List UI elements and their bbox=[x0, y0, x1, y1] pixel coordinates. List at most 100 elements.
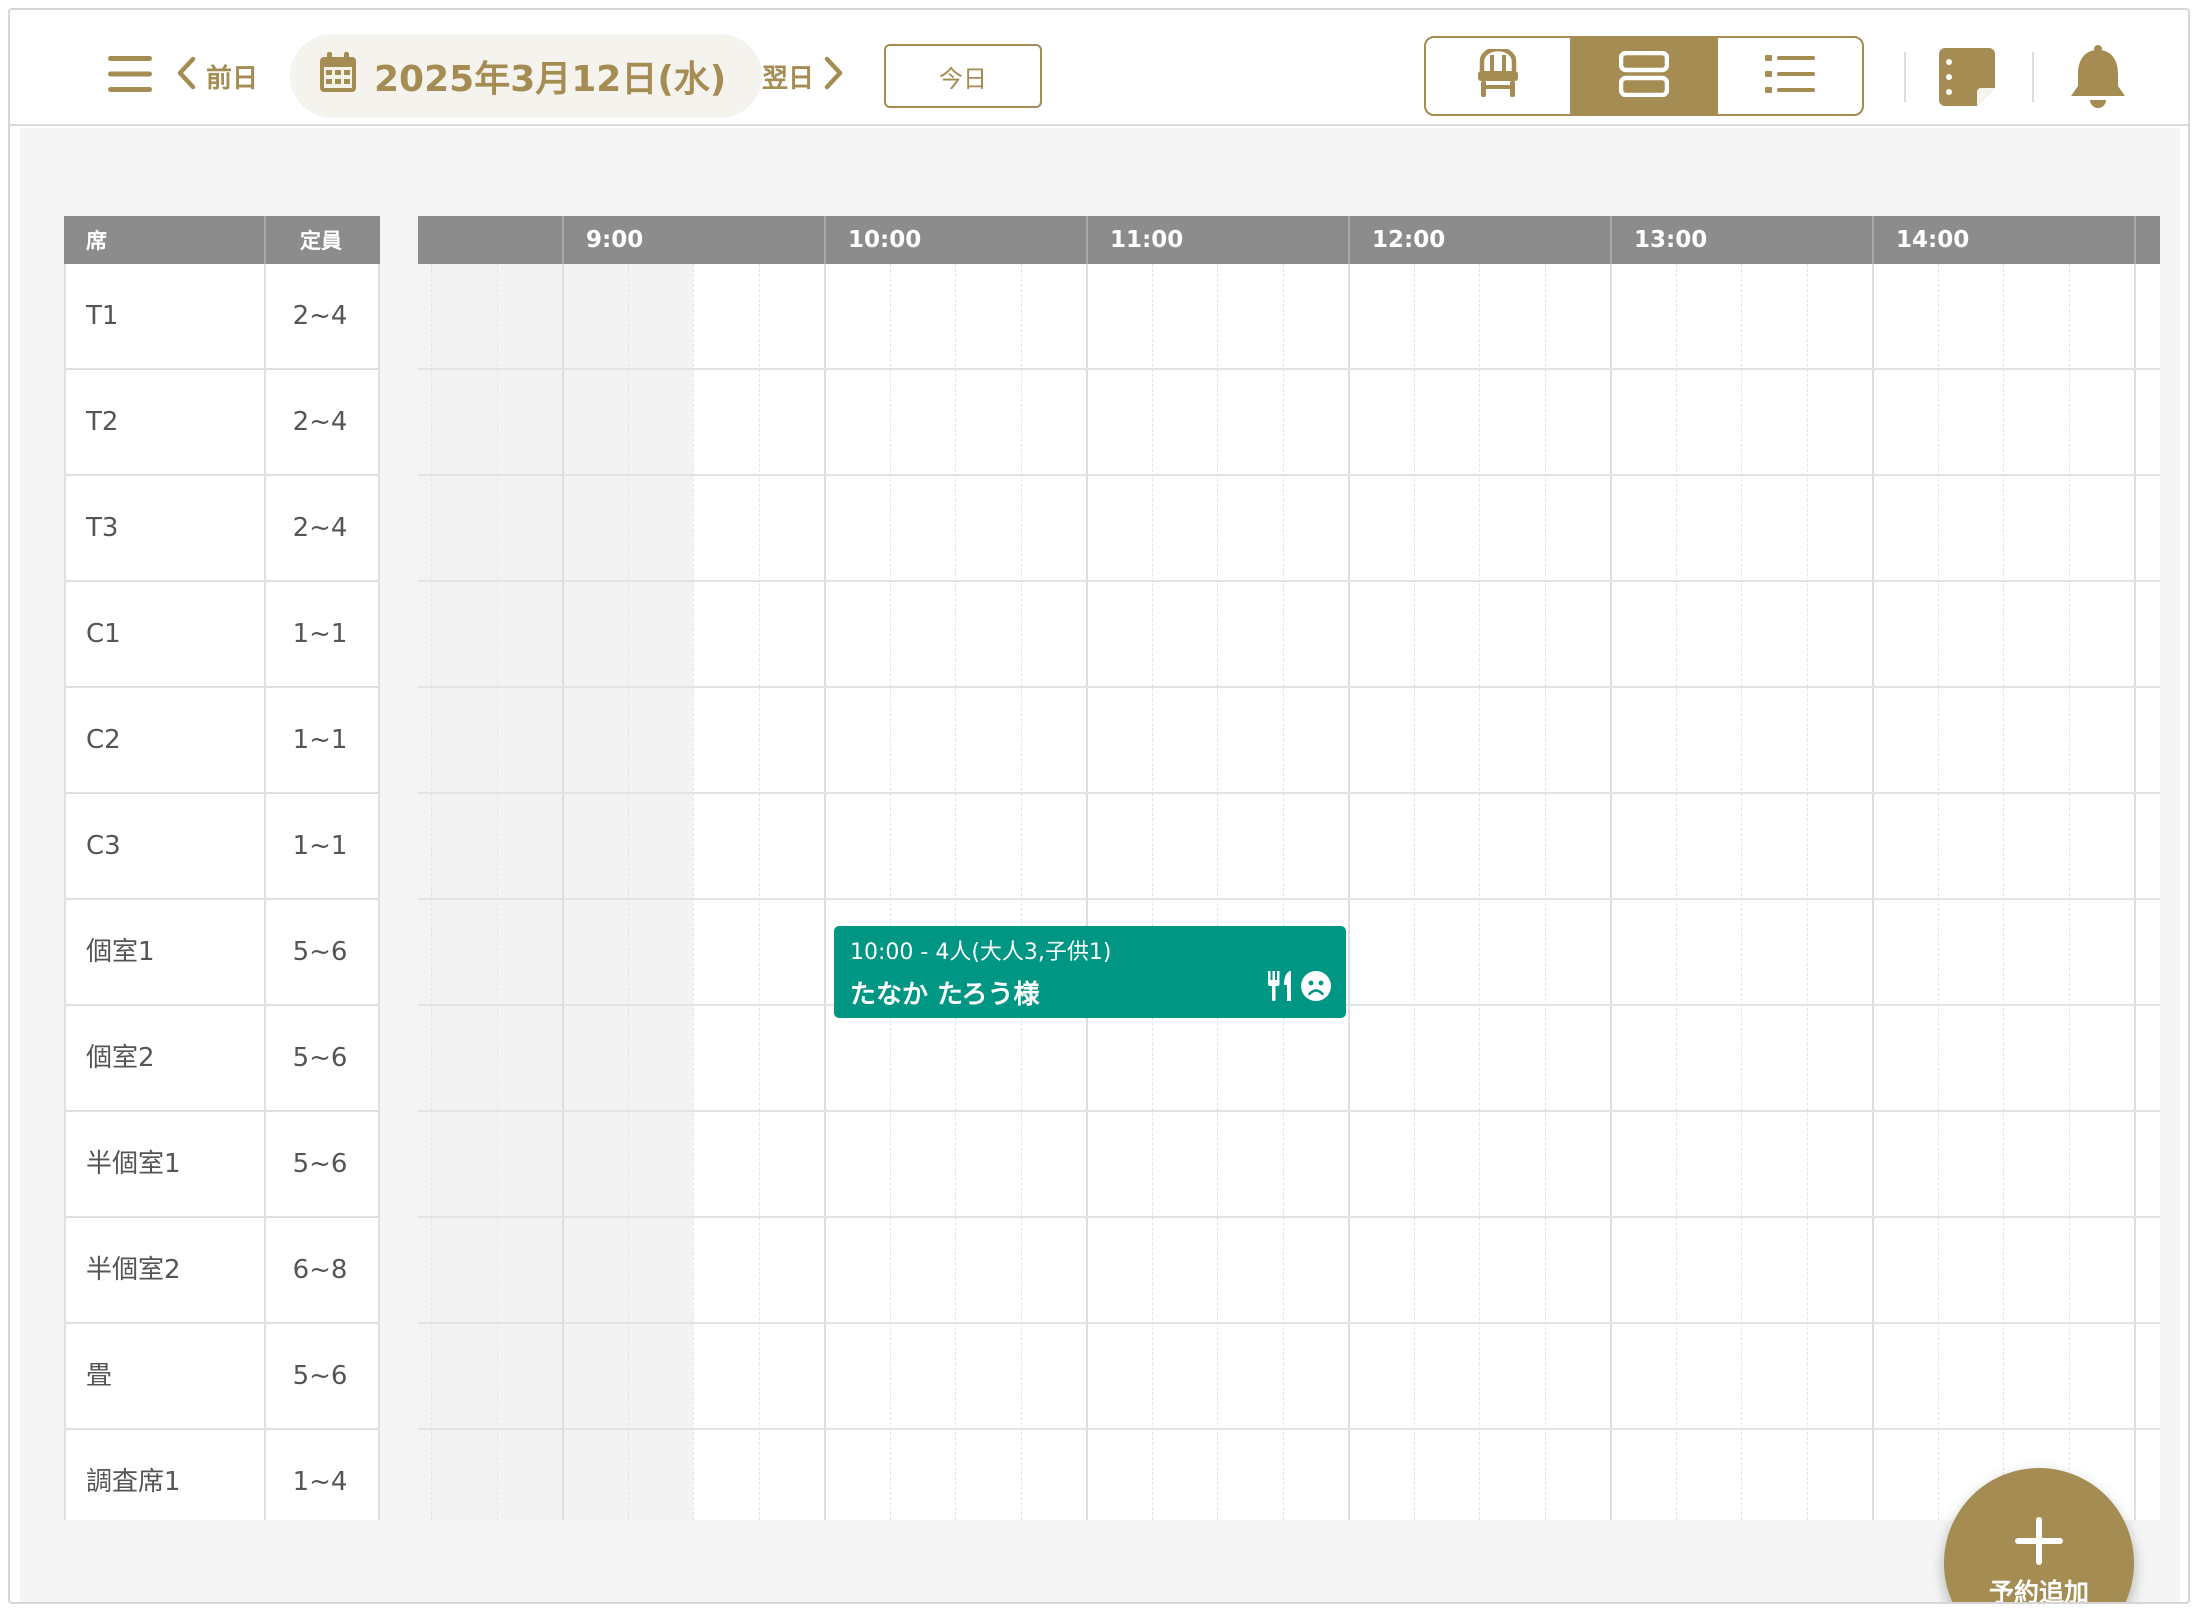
row-gridline bbox=[418, 792, 2160, 794]
seat-capacity: 1~1 bbox=[292, 619, 348, 649]
seat-table-header: 席 定員 bbox=[64, 216, 380, 264]
quarter-gridline bbox=[1741, 264, 1742, 1520]
today-button[interactable]: 今日 bbox=[884, 44, 1042, 108]
quarter-gridline bbox=[693, 264, 694, 1520]
quarter-gridline bbox=[1151, 264, 1153, 1520]
seat-capacity: 1~1 bbox=[292, 725, 348, 755]
chevron-left-icon bbox=[176, 56, 196, 97]
quarter-gridline bbox=[431, 264, 432, 1520]
seat-row[interactable]: 個室2 5~6 bbox=[64, 1006, 380, 1112]
hour-label: 14:00 bbox=[1896, 227, 1970, 253]
timeline-body[interactable]: 10:00 - 4人(大人3,子供1) たなか たろう様 bbox=[418, 264, 2160, 1520]
quarter-gridline bbox=[1675, 264, 1677, 1520]
seat-name: T3 bbox=[66, 476, 266, 580]
toolbar-divider bbox=[2032, 52, 2034, 102]
bell-icon bbox=[2069, 44, 2127, 114]
quarter-gridline bbox=[627, 264, 629, 1520]
seat-row[interactable]: T3 2~4 bbox=[64, 476, 380, 582]
seat-name: C1 bbox=[66, 582, 266, 686]
quarter-gridline bbox=[1020, 264, 1022, 1520]
top-toolbar: 前日 2025年3月12日(水) 翌日 今日 bbox=[10, 10, 2188, 126]
view-mode-toggle bbox=[1424, 36, 1864, 116]
next-day-button[interactable]: 翌日 bbox=[762, 46, 844, 106]
schedule-area: 席 定員 T1 2~4 T2 2~4 T3 2~4 C1 1~1 C2 1~1 C3 1~1 個室1 5~… bbox=[20, 128, 2180, 1604]
calendar-icon bbox=[320, 51, 356, 101]
timeline-view-tab[interactable] bbox=[1570, 38, 1716, 114]
seat-capacity: 5~6 bbox=[292, 1361, 348, 1391]
seat-row[interactable]: 調査席1 1~4 bbox=[64, 1430, 380, 1520]
app-window: 前日 2025年3月12日(水) 翌日 今日 席 定員 T1 2~4 T2 2~… bbox=[8, 8, 2190, 1604]
row-gridline bbox=[418, 1216, 2160, 1218]
memo-button[interactable] bbox=[1936, 48, 2000, 112]
quarter-gridline bbox=[955, 264, 956, 1520]
seat-row[interactable]: T2 2~4 bbox=[64, 370, 380, 476]
hour-divider bbox=[562, 216, 564, 264]
hour-label: 11:00 bbox=[1110, 227, 1184, 253]
quarter-gridline bbox=[1217, 264, 1218, 1520]
reservation-card[interactable]: 10:00 - 4人(大人3,子供1) たなか たろう様 bbox=[834, 926, 1346, 1018]
add-reservation-label: 予約追加 bbox=[1988, 1578, 2089, 1604]
quarter-gridline bbox=[1544, 264, 1546, 1520]
current-date: 2025年3月12日(水) bbox=[374, 59, 727, 100]
row-gridline bbox=[418, 368, 2160, 370]
seat-name: C3 bbox=[66, 794, 266, 898]
quarter-gridline bbox=[758, 264, 760, 1520]
seat-name: 半個室1 bbox=[66, 1112, 266, 1216]
quarter-gridline bbox=[1479, 264, 1480, 1520]
seat-capacity: 5~6 bbox=[292, 1149, 348, 1179]
timeline-grid: 9:00 10:00 11:00 12:00 13:00 14:00 10:00 - 4人… bbox=[418, 216, 2160, 1520]
date-picker-button[interactable]: 2025年3月12日(水) bbox=[290, 34, 763, 118]
seat-row[interactable]: 半個室2 6~8 bbox=[64, 1218, 380, 1324]
seat-capacity: 5~6 bbox=[292, 937, 348, 967]
chair-icon bbox=[1476, 46, 1520, 103]
next-day-label: 翌日 bbox=[762, 63, 815, 94]
seat-row[interactable]: 半個室1 5~6 bbox=[64, 1112, 380, 1218]
hour-divider bbox=[1086, 216, 1088, 264]
reservation-icons bbox=[1266, 970, 1332, 1006]
hour-gridline bbox=[1872, 264, 1874, 1520]
hour-divider bbox=[1348, 216, 1350, 264]
seat-capacity: 2~4 bbox=[292, 407, 348, 437]
quarter-gridline bbox=[1282, 264, 1284, 1520]
quarter-gridline bbox=[1937, 264, 1939, 1520]
seat-name: 個室2 bbox=[66, 1006, 266, 1110]
row-gridline bbox=[418, 474, 2160, 476]
toolbar-divider bbox=[1904, 52, 1906, 102]
seat-capacity: 1~1 bbox=[292, 831, 348, 861]
seat-capacity: 2~4 bbox=[292, 513, 348, 543]
closed-time-shade bbox=[418, 264, 693, 1520]
capacity-column-header: 定員 bbox=[300, 229, 342, 253]
list-view-tab[interactable] bbox=[1716, 38, 1862, 114]
plus-icon bbox=[2015, 1517, 2063, 1569]
row-gridline bbox=[418, 580, 2160, 582]
seat-capacity: 5~6 bbox=[292, 1043, 348, 1073]
seat-name: T1 bbox=[66, 264, 266, 368]
seat-row[interactable]: T1 2~4 bbox=[64, 264, 380, 370]
prev-day-button[interactable]: 前日 bbox=[176, 46, 258, 106]
seat-capacity: 2~4 bbox=[292, 301, 348, 331]
hour-divider bbox=[2134, 216, 2136, 264]
quarter-gridline bbox=[496, 264, 498, 1520]
seat-row[interactable]: C2 1~1 bbox=[64, 688, 380, 794]
seat-row[interactable]: C1 1~1 bbox=[64, 582, 380, 688]
seat-row[interactable]: C3 1~1 bbox=[64, 794, 380, 900]
notifications-button[interactable] bbox=[2064, 44, 2132, 114]
seat-view-tab[interactable] bbox=[1426, 38, 1570, 114]
seat-name: 畳 bbox=[66, 1324, 266, 1428]
seat-row[interactable]: 畳 5~6 bbox=[64, 1324, 380, 1430]
row-gridline bbox=[418, 1322, 2160, 1324]
list-icon bbox=[1765, 54, 1815, 98]
seat-row[interactable]: 個室1 5~6 bbox=[64, 900, 380, 1006]
hour-gridline bbox=[824, 264, 826, 1520]
memo-note-icon bbox=[1939, 48, 1997, 112]
hour-label: 12:00 bbox=[1372, 227, 1446, 253]
seat-column-header: 席 bbox=[64, 216, 266, 264]
hour-gridline bbox=[1610, 264, 1612, 1520]
seat-capacity: 6~8 bbox=[292, 1255, 348, 1285]
chevron-right-icon bbox=[824, 56, 844, 97]
fork-knife-icon bbox=[1266, 971, 1294, 1005]
menu-button[interactable] bbox=[102, 48, 158, 104]
hour-divider bbox=[824, 216, 826, 264]
hour-gridline bbox=[1086, 264, 1088, 1520]
seat-table: 席 定員 T1 2~4 T2 2~4 T3 2~4 C1 1~1 C2 1~1 C3 1~1 個室1 5~… bbox=[64, 216, 380, 1520]
